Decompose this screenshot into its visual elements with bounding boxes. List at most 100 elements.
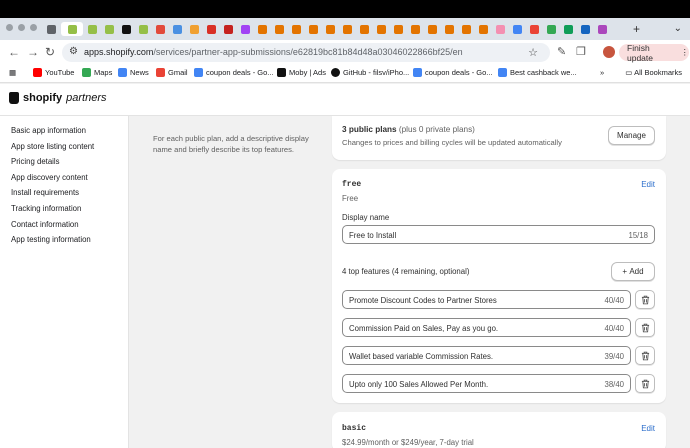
tab[interactable] — [561, 22, 576, 36]
bookmark-news[interactable]: News — [118, 68, 149, 77]
plus-icon: + — [622, 267, 630, 276]
tab[interactable] — [44, 22, 59, 36]
brand-name: shopify — [23, 92, 63, 104]
delete-feature-button[interactable] — [635, 346, 655, 365]
tab[interactable] — [408, 22, 423, 36]
character-count: 15/18 — [628, 231, 648, 240]
tab[interactable] — [102, 22, 117, 36]
character-count: 39/40 — [604, 352, 624, 361]
sidebar-item-install-requirements[interactable]: Install requirements — [11, 188, 79, 197]
tab[interactable] — [527, 22, 542, 36]
tab[interactable] — [578, 22, 593, 36]
tab-active[interactable] — [61, 22, 83, 36]
new-tab-icon[interactable]: + — [633, 22, 640, 36]
character-count: 38/40 — [604, 380, 624, 389]
sidebar-item-tracking-information[interactable]: Tracking information — [11, 204, 81, 213]
url-text[interactable]: apps.shopify.com/services/partner-app-su… — [84, 47, 463, 57]
plan-price: $24.99/month or $249/year, 7-day trial — [342, 438, 474, 447]
tab[interactable] — [374, 22, 389, 36]
edit-basic-plan-link[interactable]: Edit — [641, 424, 655, 433]
sidebar-item-app-testing-information[interactable]: App testing information — [11, 235, 91, 244]
tab[interactable] — [238, 22, 253, 36]
sidebar-item-contact-information[interactable]: Contact information — [11, 220, 79, 229]
forward-icon[interactable]: → — [27, 45, 39, 59]
apps-grid-icon[interactable]: ▦ — [9, 68, 16, 77]
tab[interactable] — [493, 22, 508, 36]
more-icon: ⋮ — [680, 47, 690, 57]
sidebar-item-pricing-details[interactable]: Pricing details — [11, 157, 60, 166]
site-info-icon[interactable]: ⚙ — [69, 46, 78, 57]
tab[interactable] — [425, 22, 440, 36]
bookmark-star-icon[interactable]: ☆ — [528, 46, 538, 59]
bookmark-maps[interactable]: Maps — [82, 68, 112, 77]
delete-feature-button[interactable] — [635, 374, 655, 393]
reload-icon[interactable]: ↻ — [45, 45, 55, 59]
feature-field[interactable]: Promote Discount Codes to Partner Stores… — [342, 290, 631, 309]
delete-feature-button[interactable] — [635, 318, 655, 337]
tab[interactable] — [323, 22, 338, 36]
finish-update-label: Finish update — [627, 42, 653, 63]
display-name-field[interactable]: Free to Install 15/18 — [342, 225, 655, 244]
tab[interactable] — [255, 22, 270, 36]
tab[interactable] — [544, 22, 559, 36]
tab[interactable] — [272, 22, 287, 36]
tab[interactable] — [170, 22, 185, 36]
manage-button[interactable]: Manage — [608, 126, 655, 145]
delete-feature-button[interactable] — [635, 290, 655, 309]
tab[interactable] — [306, 22, 321, 36]
plan-name: free — [342, 180, 362, 189]
plans-subtitle: Changes to prices and billing cycles wil… — [342, 138, 562, 147]
pen-icon[interactable]: ✎ — [557, 45, 566, 58]
bookmark-coupon-deals[interactable]: coupon deals - Go... — [194, 68, 274, 77]
brand-suffix: partners — [66, 92, 107, 104]
add-label: Add — [629, 267, 644, 276]
sidebar-item-app-discovery-content[interactable]: App discovery content — [11, 173, 88, 182]
tab[interactable] — [187, 22, 202, 36]
tab[interactable] — [153, 22, 168, 36]
tab[interactable] — [476, 22, 491, 36]
back-icon[interactable]: ← — [8, 45, 20, 59]
bookmark-github[interactable]: GitHub - filsv/iPho... — [331, 68, 409, 77]
sidebar-item-basic-app-information[interactable]: Basic app information — [11, 126, 86, 135]
tab[interactable] — [85, 22, 100, 36]
tab[interactable] — [119, 22, 134, 36]
tab[interactable] — [289, 22, 304, 36]
feature-field[interactable]: Commission Paid on Sales, Pay as you go.… — [342, 318, 631, 337]
browser-toolbar: ← → ↻ ⚙ apps.shopify.com/services/partne… — [0, 40, 690, 65]
profile-avatar[interactable] — [603, 46, 615, 58]
tab[interactable] — [204, 22, 219, 36]
plans-count: 3 public plans (plus 0 private plans) — [342, 125, 475, 134]
tab[interactable] — [340, 22, 355, 36]
bookmark-cashback[interactable]: Best cashback we... — [498, 68, 577, 77]
add-feature-button[interactable]: + Add — [611, 262, 655, 281]
tab[interactable] — [391, 22, 406, 36]
extensions-icon[interactable]: ❐ — [576, 45, 586, 58]
feature-field[interactable]: Wallet based variable Commission Rates. … — [342, 346, 631, 365]
address-bar[interactable]: ⚙ apps.shopify.com/services/partner-app-… — [62, 43, 550, 62]
feature-field[interactable]: Upto only 100 Sales Allowed Per Month. 3… — [342, 374, 631, 393]
tab[interactable] — [595, 22, 610, 36]
tab-search-icon[interactable]: ⌄ — [674, 23, 682, 34]
tab[interactable] — [442, 22, 457, 36]
all-bookmarks[interactable]: ▭ All Bookmarks — [625, 68, 682, 77]
plan-price: Free — [342, 194, 359, 203]
window-controls[interactable] — [6, 24, 37, 31]
trash-icon — [641, 295, 649, 304]
edit-free-plan-link[interactable]: Edit — [641, 180, 655, 189]
shopify-partners-logo[interactable]: shopify partners — [9, 92, 106, 104]
finish-update-button[interactable]: Finish update ⋮ — [619, 42, 690, 63]
tab[interactable] — [136, 22, 151, 36]
tab[interactable] — [221, 22, 236, 36]
trash-icon — [641, 323, 649, 332]
bookmark-coupon-deals-2[interactable]: coupon deals - Go... — [413, 68, 493, 77]
bookmark-youtube[interactable]: YouTube — [33, 68, 74, 77]
display-name-label: Display name — [342, 213, 390, 222]
chevron-right-icon[interactable]: » — [600, 68, 604, 77]
pricing-description: For each public plan, add a descriptive … — [153, 134, 309, 154]
tab[interactable] — [459, 22, 474, 36]
bookmark-moby-ads[interactable]: Moby | Ads — [277, 68, 326, 77]
bookmark-gmail[interactable]: Gmail — [156, 68, 188, 77]
tab[interactable] — [357, 22, 372, 36]
sidebar-item-app-store-listing-content[interactable]: App store listing content — [11, 142, 94, 151]
tab[interactable] — [510, 22, 525, 36]
